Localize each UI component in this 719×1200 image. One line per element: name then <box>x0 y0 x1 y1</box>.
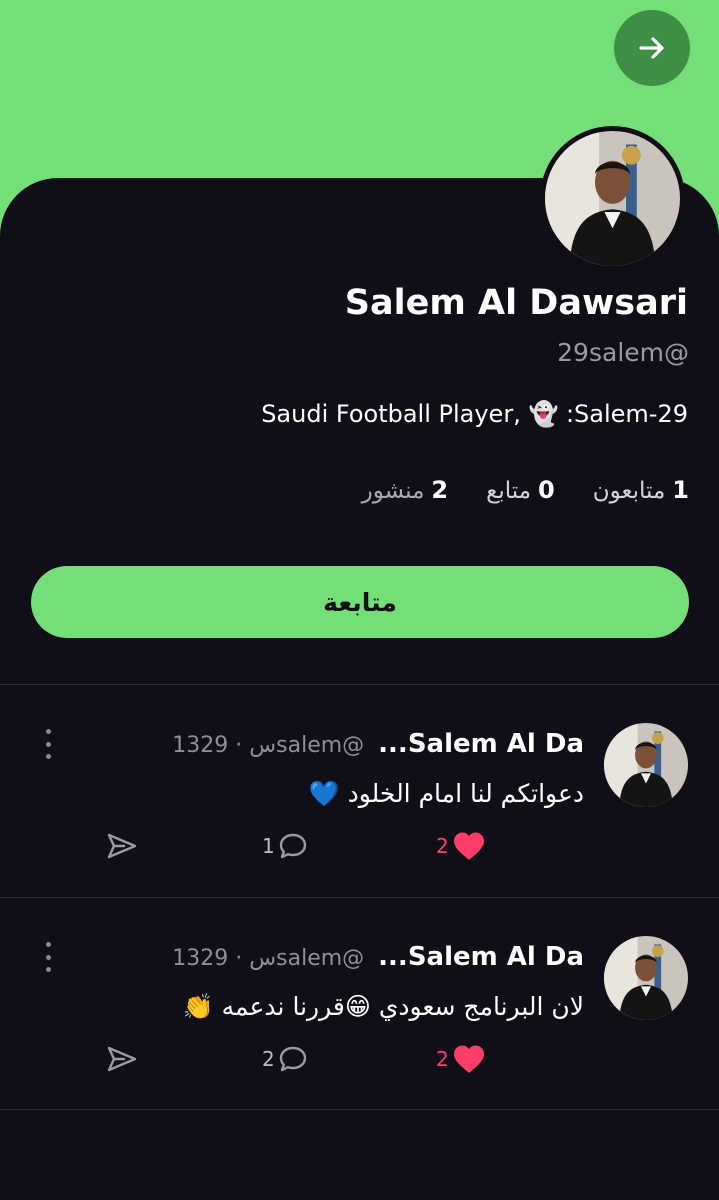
divider <box>0 1109 719 1110</box>
arrow-right-icon <box>639 37 664 59</box>
posts-label: منشور <box>361 478 425 504</box>
posts-count: 2 <box>431 476 449 504</box>
post-author-name[interactable]: Salem Al Da... <box>378 729 584 759</box>
following-stat[interactable]: 0 متابع <box>486 476 555 504</box>
like-count: 2 <box>436 834 449 858</box>
profile-handle: 29salem@ <box>557 338 689 367</box>
following-count: 0 <box>538 476 555 504</box>
following-label: متابع <box>486 478 532 504</box>
post-avatar[interactable] <box>604 723 688 807</box>
comment-bubble-icon <box>279 833 306 859</box>
post-actions: 2 2 <box>0 1042 719 1078</box>
post-text: دعواتكم لنا امام الخلود 💙 <box>308 779 584 808</box>
heart-icon <box>453 832 484 860</box>
post-meta: 13س · 29salem@ <box>172 733 365 758</box>
followers-stat[interactable]: 1 متابعون <box>593 476 689 504</box>
profile-avatar[interactable] <box>540 126 685 271</box>
comment-button[interactable]: 1 <box>262 829 309 863</box>
post-avatar[interactable] <box>604 936 688 1020</box>
post-actions: 1 2 <box>0 829 719 865</box>
like-button[interactable]: 2 <box>436 829 487 863</box>
profile-stats: 1 متابعون 0 متابع 2 منشور <box>362 476 689 504</box>
send-icon[interactable] <box>106 831 138 861</box>
forward-button[interactable] <box>614 10 690 86</box>
like-button[interactable]: 2 <box>436 1042 487 1076</box>
post-author-name[interactable]: Salem Al Da... <box>378 942 584 972</box>
avatar-photo <box>604 723 688 807</box>
followers-label: متابعون <box>592 478 666 504</box>
post-header: Salem Al Da... 13س · 29salem@ <box>172 729 584 759</box>
post-item[interactable]: Salem Al Da... 13س · 29salem@ دعواتكم لن… <box>0 685 719 897</box>
post-header: Salem Al Da... 13س · 29salem@ <box>172 942 584 972</box>
profile-screen: Salem Al Dawsari 29salem@ Saudi Football… <box>0 0 719 1200</box>
profile-display-name: Salem Al Dawsari <box>344 283 688 323</box>
profile-bio: Saudi Football Player, 👻 :Salem-29 <box>261 400 688 428</box>
follow-button[interactable]: متابعة <box>31 566 689 638</box>
post-text: لان البرنامج سعودي 😁قررنا ندعمه 👏 <box>182 992 584 1021</box>
posts-stat[interactable]: 2 منشور <box>362 476 448 504</box>
comment-count: 1 <box>262 834 275 858</box>
followers-count: 1 <box>672 476 689 504</box>
heart-icon <box>453 1045 484 1073</box>
post-item[interactable]: Salem Al Da... 13س · 29salem@ لان البرنا… <box>0 898 719 1110</box>
comment-count: 2 <box>262 1047 275 1071</box>
more-options-icon[interactable] <box>40 942 56 972</box>
like-count: 2 <box>436 1047 449 1071</box>
avatar-photo <box>545 131 680 266</box>
comment-button[interactable]: 2 <box>262 1042 309 1076</box>
avatar-photo <box>604 936 688 1020</box>
post-meta: 13س · 29salem@ <box>172 946 365 971</box>
send-icon[interactable] <box>106 1044 138 1074</box>
comment-bubble-icon <box>279 1046 306 1072</box>
more-options-icon[interactable] <box>40 729 56 759</box>
